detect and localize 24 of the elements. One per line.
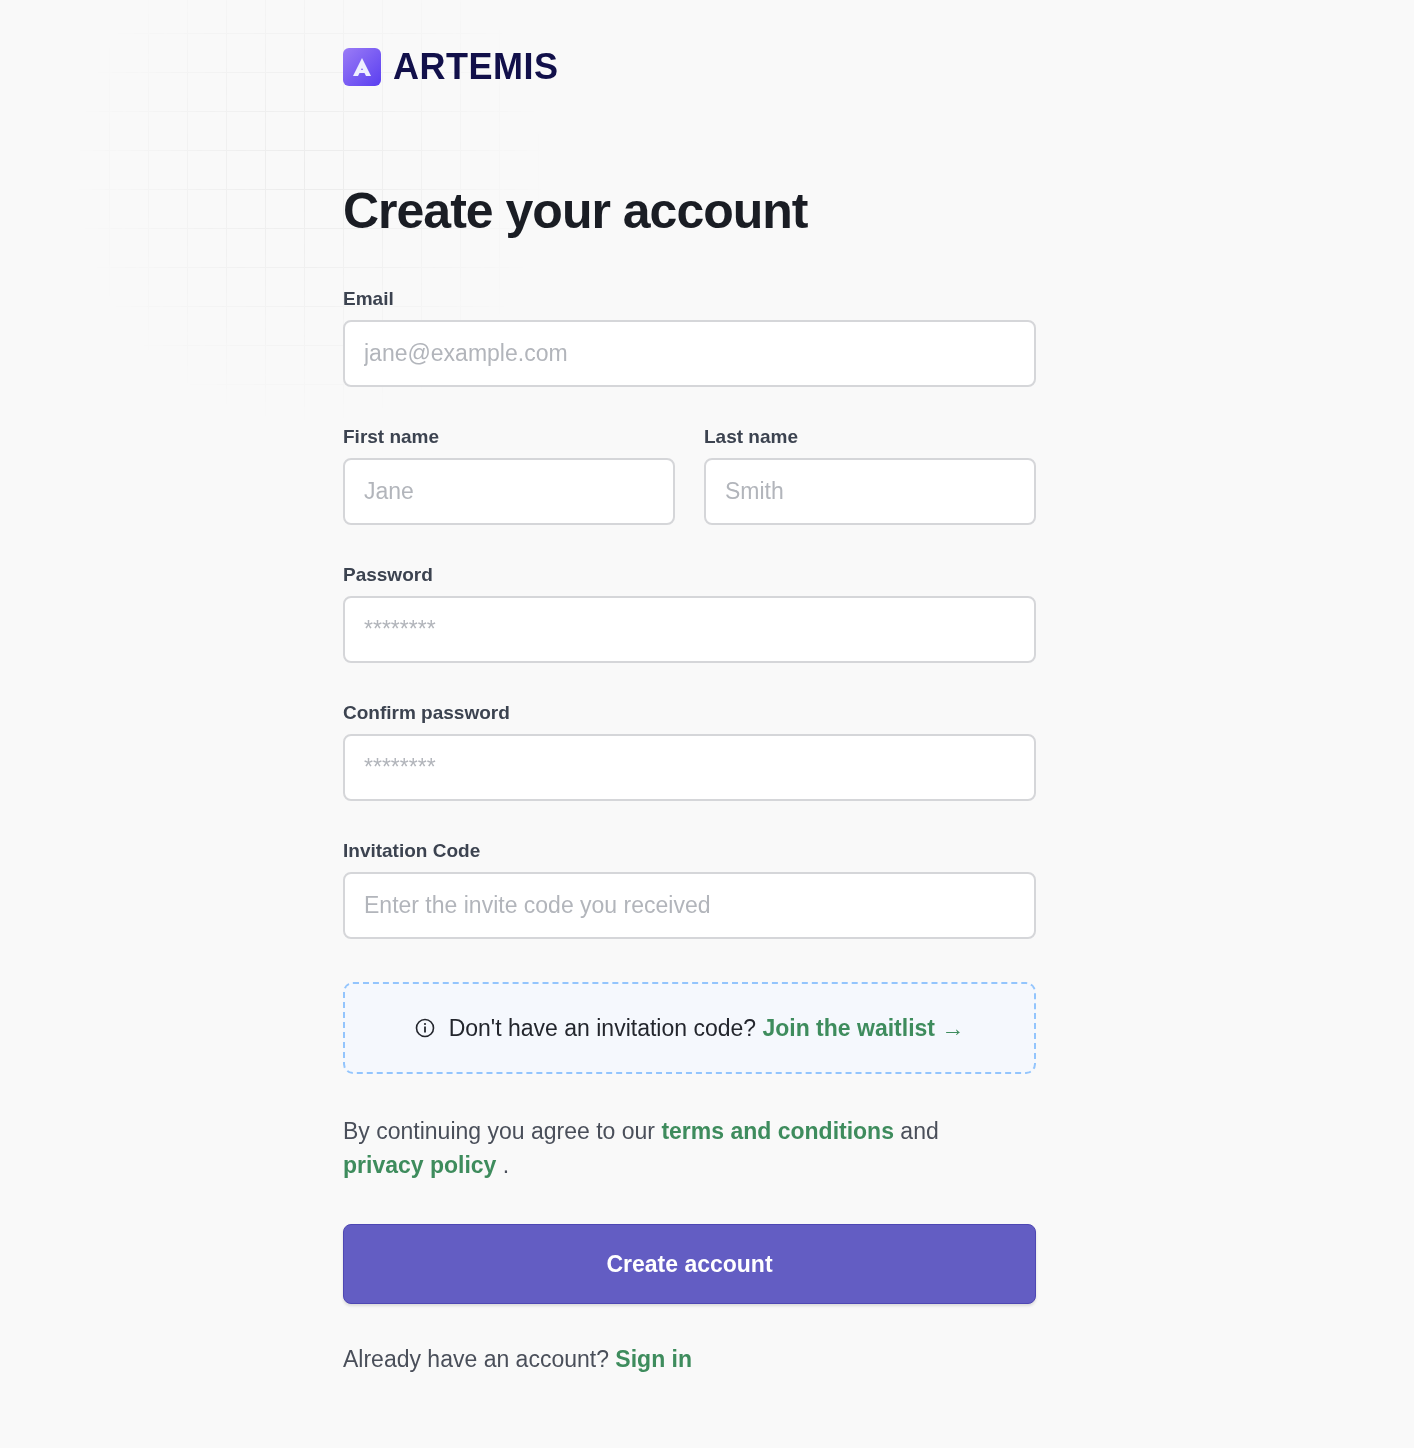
waitlist-link[interactable]: Join the waitlist → [762, 1014, 965, 1041]
waitlist-text: Don't have an invitation code? Join the waitlist → [448, 1014, 965, 1042]
terms-link[interactable]: terms and conditions [661, 1118, 894, 1144]
field-label: Confirm password [343, 702, 511, 724]
page-title: Create your account [343, 182, 809, 240]
create-account-button[interactable]: Create account [343, 1224, 1036, 1304]
field-label: Email [343, 288, 395, 310]
signin-text: Already have an account? Sign in [343, 1346, 694, 1373]
input-field[interactable]: Smith [704, 458, 1036, 525]
input-field[interactable]: ******** [343, 734, 1036, 801]
privacy-link[interactable]: privacy policy [343, 1152, 497, 1178]
input-field[interactable]: Jane [343, 458, 675, 525]
field-label: Invitation Code [343, 840, 482, 862]
logo-icon [343, 48, 381, 86]
input-field[interactable]: ******** [343, 596, 1036, 663]
brand-name: ARTEMIS [393, 46, 559, 88]
info-icon [414, 1018, 435, 1038]
field-label: Last name [704, 426, 799, 448]
input-field[interactable]: Enter the invite code you received [343, 872, 1036, 939]
input-field[interactable]: jane@example.com [343, 320, 1036, 387]
field-label: First name [343, 426, 441, 448]
terms-text: By continuing you agree to our terms and conditions and privacy policy . [343, 1117, 940, 1180]
signin-link[interactable]: Sign in [615, 1346, 693, 1372]
field-label: Password [343, 564, 434, 586]
